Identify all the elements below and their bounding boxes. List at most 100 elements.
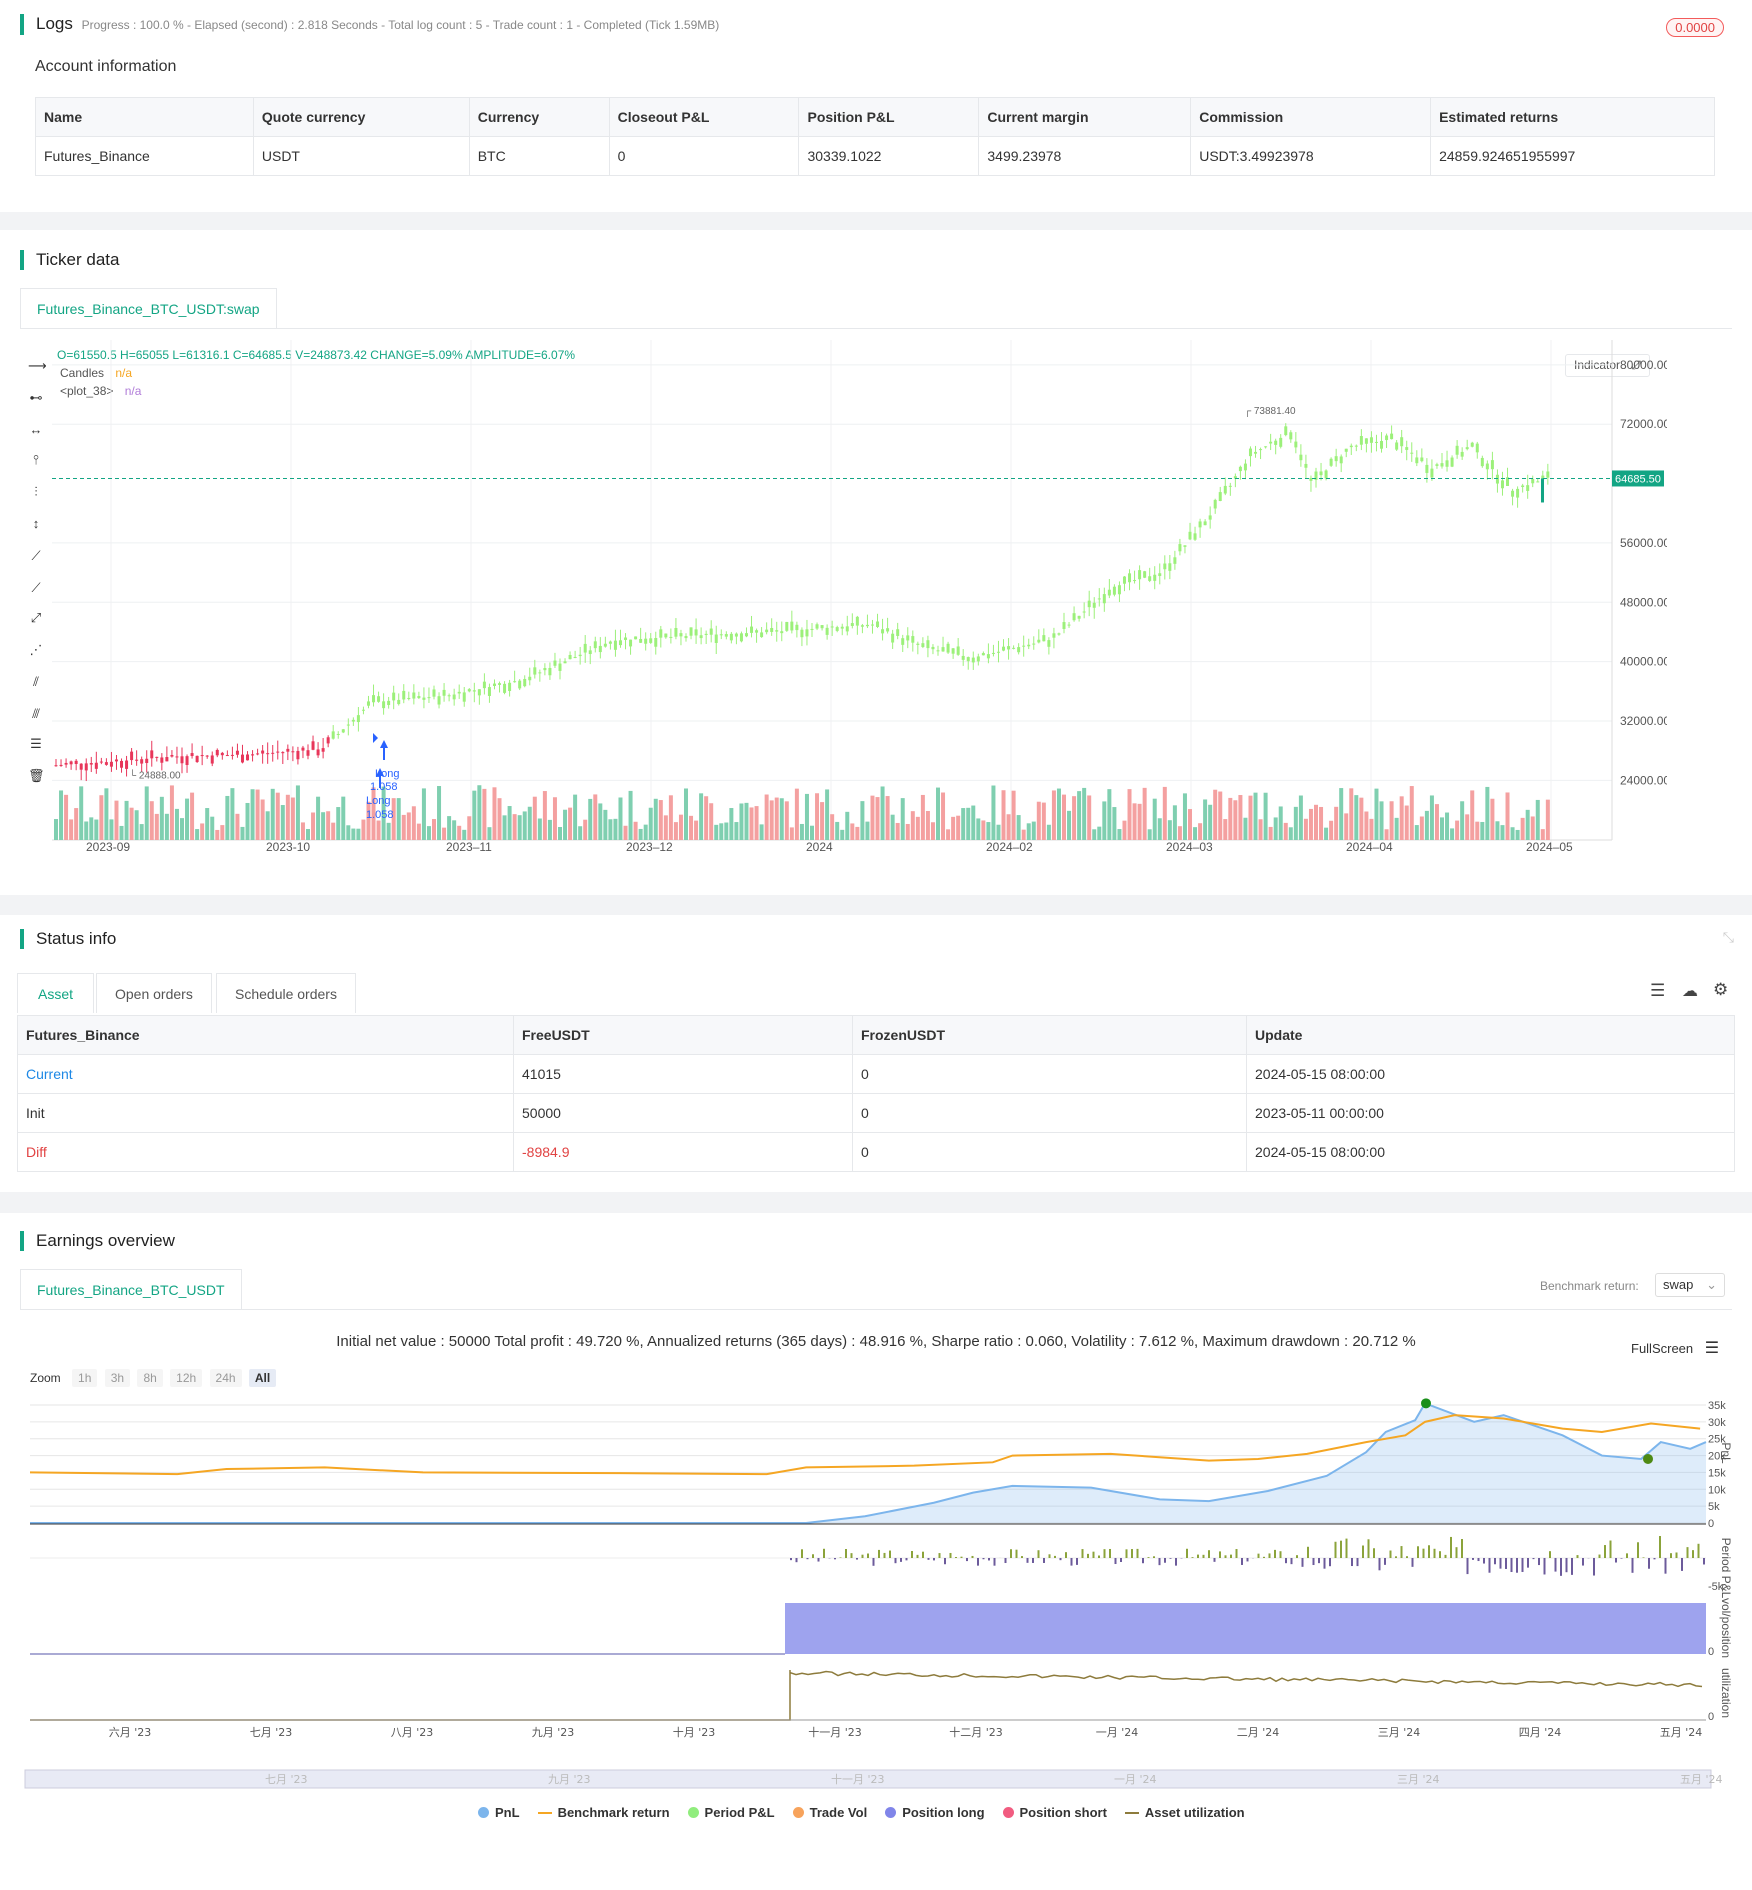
volume-bar [1006,814,1011,840]
vertical-ray-icon[interactable]: ↕ [28,516,44,531]
levels-icon[interactable]: ☰ [28,736,44,752]
volume-bar [986,822,991,840]
candle-body [835,627,839,631]
volume-bar [1177,826,1182,840]
volume-bar [860,801,865,840]
candle-body [1299,454,1303,461]
extended-line-icon[interactable]: ⤢ [28,610,44,626]
candlestick-chart[interactable]: 80000.00 72000.00 56000.00 48000.00 40000.00… [52,340,1667,865]
candle-body [876,621,880,627]
zoom-3h[interactable]: 3h [104,1369,131,1387]
ray-line-icon[interactable]: ⟋ [28,580,44,596]
candle-body [553,660,557,666]
zoom-8h[interactable]: 8h [137,1369,163,1387]
volume-bar [1394,817,1399,840]
volume-bar [54,819,58,840]
candle-body [578,654,582,657]
volume-bar [285,794,290,840]
legend-item[interactable]: Position long [885,1805,985,1820]
gear-icon[interactable]: ⚙ [1713,980,1728,1000]
candle-body [210,755,214,764]
long-arrow-icon [380,740,388,760]
zoom-all[interactable]: All [248,1369,277,1387]
legend-item[interactable]: Trade Vol [792,1805,867,1820]
candle-body [1319,471,1323,476]
last-price-label: 64685.50 [1615,473,1661,485]
nav-tick-label: 一月 '24 [1114,1773,1157,1786]
candle-body [1082,611,1086,613]
volume-bar [769,800,774,840]
price-label-icon[interactable]: ⋰ [28,642,44,658]
volume-bar [1324,827,1329,840]
candle-body [1279,437,1283,447]
zoom-24h[interactable]: 24h [209,1369,242,1387]
vertical-segment-icon[interactable]: ⫶ [28,484,44,500]
volume-bar [396,798,401,840]
tab-open-orders[interactable]: Open orders [96,973,212,1013]
period-bar [1411,1558,1414,1567]
period-bar [960,1556,963,1558]
period-bar [1098,1555,1100,1558]
horizontal-segment-icon[interactable]: ↔ [28,422,44,437]
legend-item[interactable]: Asset utilization [1124,1805,1245,1820]
zoom-12h[interactable]: 12h [170,1369,203,1387]
x-tick-label: 一月 '24 [1096,1726,1139,1739]
trend-line-icon[interactable]: ⟋ [28,548,44,564]
candle-body [311,741,315,750]
volume-bar [215,829,220,840]
legend-item[interactable]: Period P&L [687,1805,775,1820]
volume-bar [1540,829,1545,840]
period-bar [1648,1558,1650,1569]
row-label-init: Init [17,1093,514,1133]
tab-ticker-symbol[interactable]: Futures_Binance_BTC_USDT:swap [20,288,277,328]
row-label-current: Current [17,1054,514,1094]
period-bar [839,1557,842,1558]
volume-bar [200,823,205,840]
legend-item[interactable]: PnL [478,1805,520,1820]
period-bar [1263,1556,1265,1558]
trash-icon[interactable]: 🗑 [28,768,45,784]
volume-bar [492,787,497,840]
period-bar [850,1553,853,1558]
period-bar [1417,1546,1419,1558]
candle-body [996,651,1000,653]
candle-body [1334,456,1338,462]
candle-body [896,629,900,636]
parallel-channel-icon[interactable]: ⫽ [28,674,44,690]
candle-body [573,656,577,659]
list-icon[interactable]: ☰ [1650,981,1665,1001]
horizontal-line-icon[interactable]: ⊷ [28,390,44,406]
tab-earnings-symbol[interactable]: Futures_Binance_BTC_USDT [20,1269,242,1309]
gap [0,1192,1752,1213]
period-bar [1147,1557,1150,1558]
legend-item[interactable]: Position short [1002,1805,1107,1820]
candle-body [543,668,547,671]
tab-schedule-orders[interactable]: Schedule orders [216,973,356,1013]
period-bar [977,1558,979,1566]
period-bar [1659,1536,1661,1558]
volume-bar [537,818,542,840]
period-bar [1466,1558,1469,1575]
candle-body [447,695,451,697]
candle-body [1490,460,1494,470]
vertical-line-icon[interactable]: ⫯ [28,452,44,468]
volume-bar [784,801,789,840]
fullscreen-button[interactable]: FullScreen ☰ [1631,1338,1719,1358]
period-bar [1631,1558,1634,1573]
volume-bar [930,822,935,840]
collapse-icon[interactable]: ⤡ [1723,929,1734,946]
volume-bar [890,814,895,840]
period-bar [1362,1545,1364,1558]
benchmark-select[interactable]: swap ⌄ [1655,1273,1725,1297]
cloud-download-icon[interactable]: ☁ [1682,981,1698,1001]
legend-item[interactable]: Benchmark return [537,1805,670,1820]
period-bar [1395,1556,1397,1558]
volume-bar [749,807,754,840]
volume-bar [109,819,114,840]
period-bar [1681,1558,1683,1571]
tab-asset[interactable]: Asset [17,973,95,1013]
horizontal-ray-icon[interactable]: ⟶ [28,358,47,374]
zoom-1h[interactable]: 1h [72,1369,98,1387]
fib-icon[interactable]: ⫻ [28,706,44,722]
candle-body [412,692,416,699]
